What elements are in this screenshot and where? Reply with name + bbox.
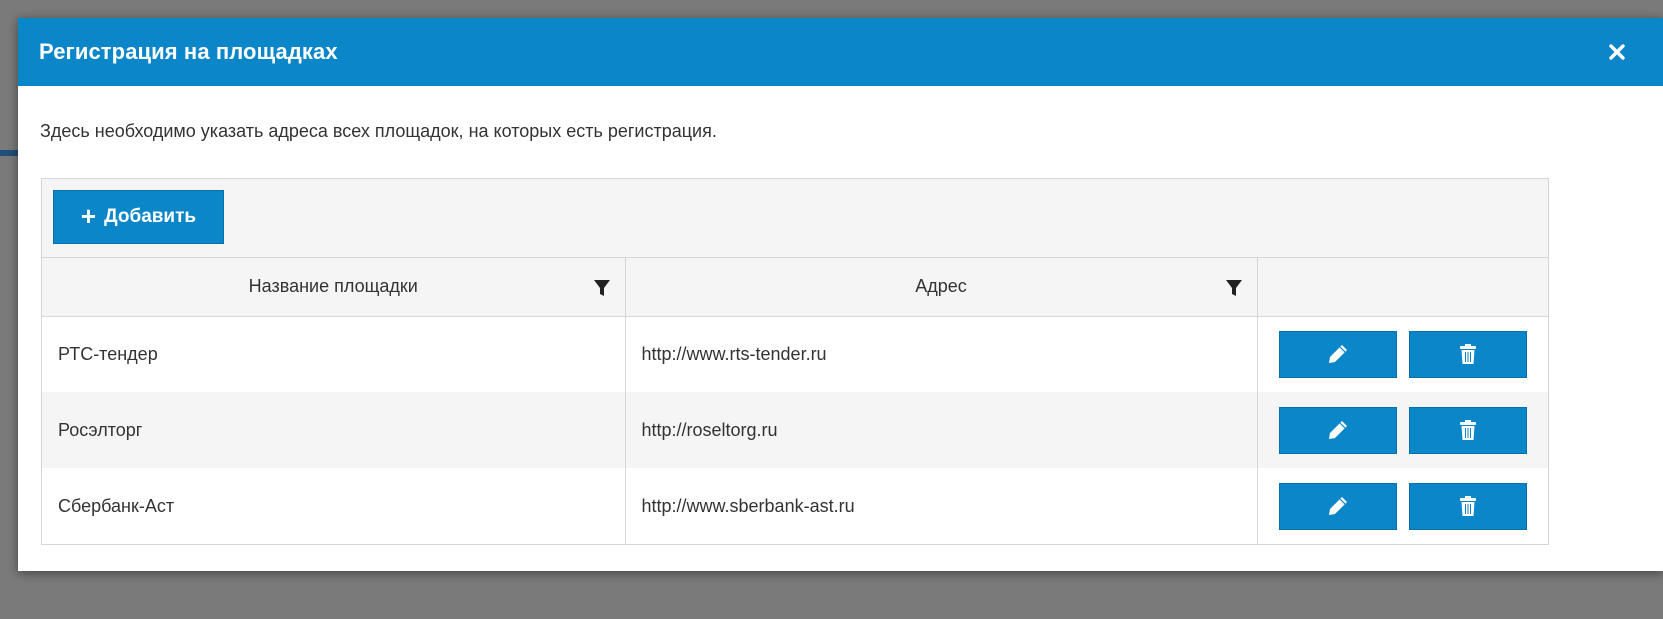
registration-dialog: Регистрация на площадках Здесь необходим… [18,18,1663,571]
row-actions-cell [1257,468,1548,544]
close-icon [1609,44,1625,60]
platform-address-cell: http://www.sberbank-ast.ru [625,468,1258,544]
trash-icon [1459,496,1476,516]
dialog-header: Регистрация на площадках [18,18,1663,86]
column-header-address[interactable]: Адрес [625,258,1258,317]
edit-button[interactable] [1278,406,1397,454]
background-page-edge [0,150,18,156]
platform-name-cell: РТС-тендер [42,316,626,392]
table-row: Сбербанк-Аст http://www.sberbank-ast.ru [42,468,1548,544]
table-header-row: Название площадки Адрес [42,258,1548,317]
plus-icon: + [80,200,97,231]
pencil-icon [1328,345,1347,364]
close-button[interactable] [1603,38,1631,66]
trash-icon [1459,344,1476,365]
platform-address-cell: http://roseltorg.ru [625,392,1258,468]
add-button[interactable]: + Добавить [53,190,224,244]
table-row: РТС-тендер http://www.rts-tender.ru [42,316,1548,392]
row-actions-cell [1257,392,1548,468]
row-actions-cell [1257,316,1548,392]
pencil-icon [1328,497,1347,515]
filter-icon[interactable] [1225,279,1243,297]
dialog-title: Регистрация на площадках [39,39,338,64]
platforms-table: Название площадки Адрес РТС-тендер http:… [42,258,1548,544]
delete-button[interactable] [1408,482,1527,530]
table-row: Росэлторг http://roseltorg.ru [42,392,1548,468]
column-header-name[interactable]: Название площадки [42,258,626,317]
delete-button[interactable] [1408,330,1527,378]
trash-icon [1459,420,1476,440]
grid-toolbar: + Добавить [42,179,1548,258]
dialog-intro-text: Здесь необходимо указать адреса всех пло… [40,121,717,141]
delete-button[interactable] [1408,406,1527,454]
column-header-label: Адрес [915,276,967,297]
add-button-label: Добавить [104,206,197,227]
column-header-actions [1257,258,1548,317]
platform-name-cell: Сбербанк-Аст [42,468,626,544]
platforms-grid: + Добавить Название площадки Адрес РТС-т… [41,178,1549,545]
edit-button[interactable] [1278,330,1397,378]
platform-name-cell: Росэлторг [42,392,626,468]
filter-icon[interactable] [593,279,611,297]
edit-button[interactable] [1278,482,1397,530]
platform-address-cell: http://www.rts-tender.ru [625,316,1258,392]
pencil-icon [1328,421,1347,439]
column-header-label: Название площадки [248,276,418,297]
